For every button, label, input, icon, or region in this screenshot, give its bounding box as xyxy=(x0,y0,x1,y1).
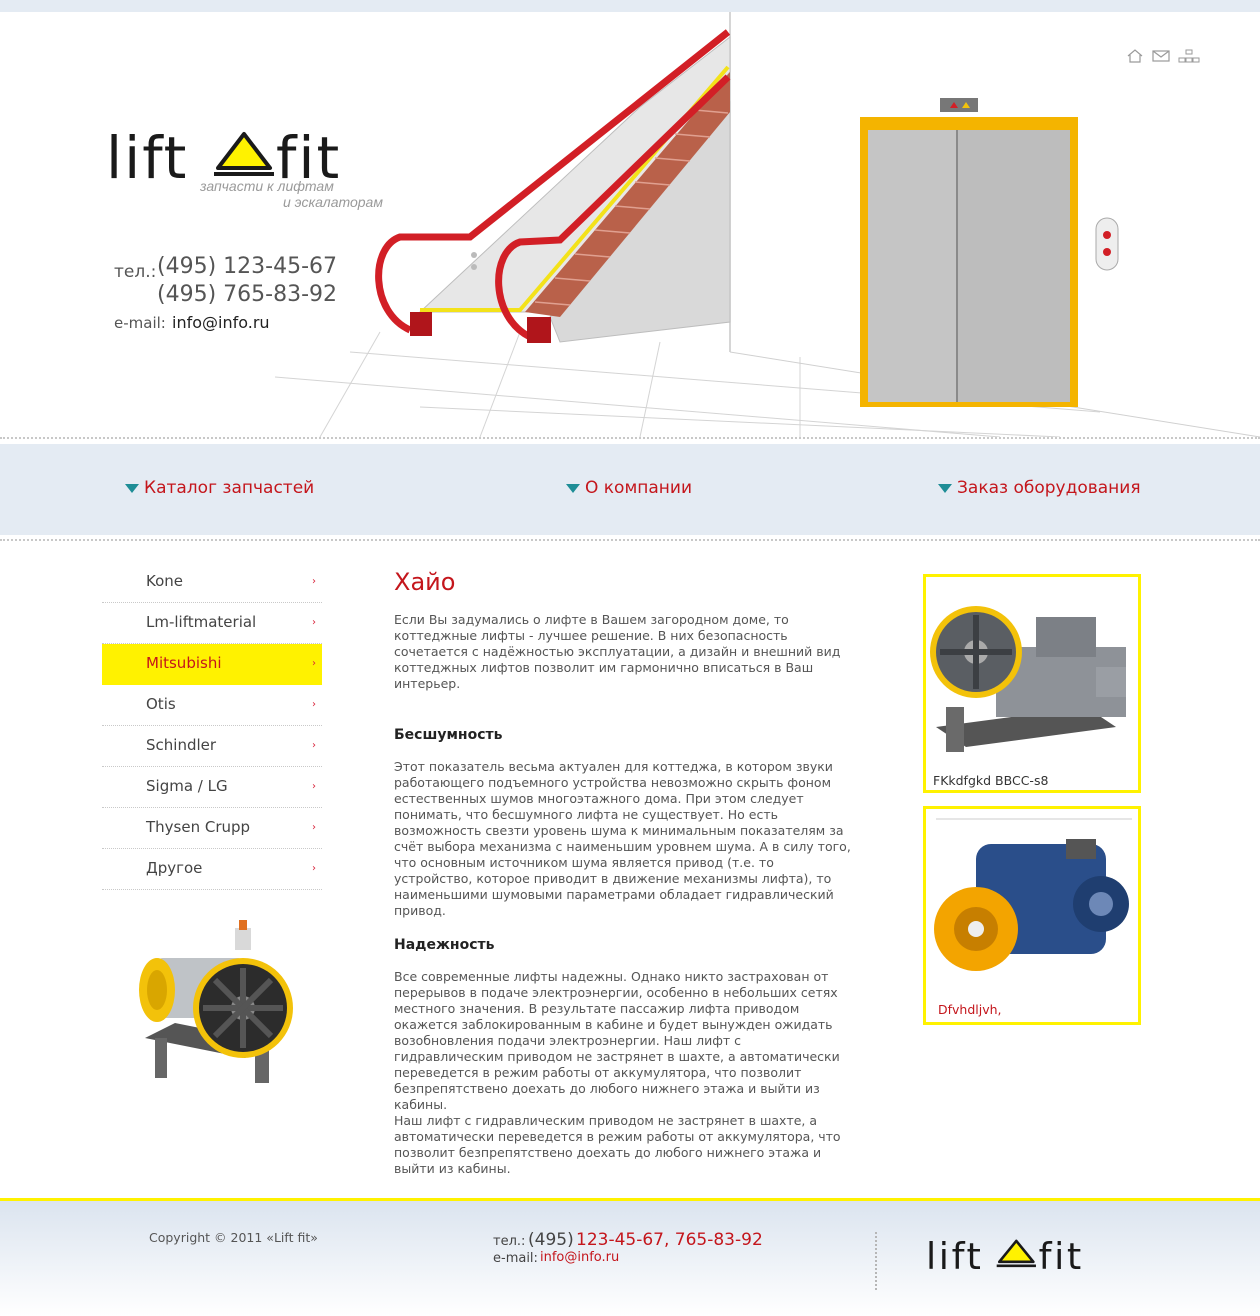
footer-tel-numbers: 123-45-67, 765-83-92 xyxy=(576,1230,763,1250)
chevron-right-icon: › xyxy=(312,781,316,792)
page-title: Хайо xyxy=(394,568,456,596)
product-card[interactable]: Dfvhdljvh, xyxy=(923,806,1141,1025)
chevron-right-icon: › xyxy=(312,822,316,833)
footer-email-label: e-mail: xyxy=(493,1251,538,1266)
sidebar-item-label: Lm-liftmaterial xyxy=(146,613,257,631)
sidebar-menu: Kone › Lm-liftmaterial › Mitsubishi › Ot… xyxy=(102,562,322,890)
nav-label: Заказ оборудования xyxy=(957,478,1141,498)
sidebar-item-otis[interactable]: Otis › xyxy=(102,685,322,726)
chevron-right-icon: › xyxy=(312,863,316,874)
tagline-line2: и эскалаторам xyxy=(283,194,383,210)
sidebar-item-lm-liftmaterial[interactable]: Lm-liftmaterial › xyxy=(102,603,322,644)
top-icons xyxy=(1126,48,1200,63)
svg-text:fit: fit xyxy=(1039,1235,1084,1275)
svg-text:lift: lift xyxy=(106,124,188,192)
product-card[interactable]: FKkdfgkd BBCC-s8 xyxy=(923,574,1141,793)
nav-catalog[interactable]: Каталог запчастей xyxy=(125,478,314,498)
header: lift fit запчасти к лифтам и эскалаторам… xyxy=(0,12,1260,437)
chevron-right-icon: › xyxy=(312,617,316,628)
sidebar-item-label: Schindler xyxy=(146,736,217,754)
sidebar-item-label: Thysen Crupp xyxy=(146,818,251,836)
footer-divider xyxy=(875,1232,877,1290)
sidebar-item-mitsubishi[interactable]: Mitsubishi › xyxy=(102,644,322,685)
sidebar-item-schindler[interactable]: Schindler › xyxy=(102,726,322,767)
nav-label: О компании xyxy=(585,478,693,498)
top-band xyxy=(0,0,1260,12)
product-image xyxy=(934,818,1132,971)
section-heading: Надежность xyxy=(394,937,495,953)
sidebar-item-thysen-crupp[interactable]: Thysen Crupp › xyxy=(102,808,322,849)
sidebar-item-label: Mitsubishi xyxy=(146,654,222,672)
footer-tel-label: тел.: xyxy=(493,1234,526,1249)
intro-paragraph: Если Вы задумались о лифте в Вашем загор… xyxy=(394,612,841,691)
section-paragraph: Наш лифт с гидравлическим приводом не за… xyxy=(394,1113,841,1176)
nav-label: Каталог запчастей xyxy=(144,478,315,498)
svg-text:lift: lift xyxy=(926,1235,983,1275)
phone-number-1: (495) 123-45-67 xyxy=(157,254,338,279)
sidebar-item-other[interactable]: Другое › xyxy=(102,849,322,890)
phone-number-2: (495) 765-83-92 xyxy=(157,282,338,307)
nav-order[interactable]: Заказ оборудования xyxy=(938,478,1141,498)
phone-label: тел.: xyxy=(114,262,157,282)
tagline-line1: запчасти к лифтам xyxy=(200,178,334,194)
sidebar-item-label: Sigma / LG xyxy=(146,777,228,795)
nav-about[interactable]: О компании xyxy=(566,478,692,498)
home-icon[interactable] xyxy=(1126,48,1144,63)
section-paragraph: Этот показатель весьма актуален для котт… xyxy=(394,759,851,918)
footer-logo[interactable]: lift fit xyxy=(926,1233,1106,1275)
email-link[interactable]: info@info.ru xyxy=(172,313,270,332)
footer-email-link[interactable]: info@info.ru xyxy=(540,1250,619,1265)
chevron-right-icon: › xyxy=(312,576,316,587)
sidebar-item-label: Otis xyxy=(146,695,176,713)
sidebar-item-sigma-lg[interactable]: Sigma / LG › xyxy=(102,767,322,808)
chevron-right-icon: › xyxy=(312,658,316,669)
mail-icon[interactable] xyxy=(1152,48,1170,62)
divider-dotted xyxy=(0,437,1260,439)
main-content: Хайо Если Вы задумались о лифте в Вашем … xyxy=(394,568,854,1177)
triangle-down-icon xyxy=(938,483,952,493)
section-heading: Бесшумность xyxy=(394,727,503,743)
triangle-down-icon xyxy=(566,483,580,493)
sidebar-item-label: Другое xyxy=(146,859,203,877)
product-caption: FKkdfgkd BBCC-s8 xyxy=(933,773,1049,788)
sidebar-item-label: Kone xyxy=(146,572,184,590)
motor-image xyxy=(139,920,293,1083)
triangle-down-icon xyxy=(125,483,139,493)
sidebar-item-kone[interactable]: Kone › xyxy=(102,562,322,603)
section-paragraph: Все современные лифты надежны. Однако ни… xyxy=(394,969,840,1112)
copyright: Copyright © 2011 «Lift fit» xyxy=(149,1230,318,1245)
sitemap-icon[interactable] xyxy=(1178,48,1200,63)
footer-tel-code: (495) xyxy=(528,1230,574,1250)
email-label: e-mail: xyxy=(114,314,166,332)
chevron-right-icon: › xyxy=(312,740,316,751)
divider-dotted xyxy=(0,539,1260,541)
product-caption: Dfvhdljvh, xyxy=(938,1002,1002,1017)
product-image xyxy=(930,606,1126,752)
chevron-right-icon: › xyxy=(312,699,316,710)
hero-illustration xyxy=(274,12,1260,437)
